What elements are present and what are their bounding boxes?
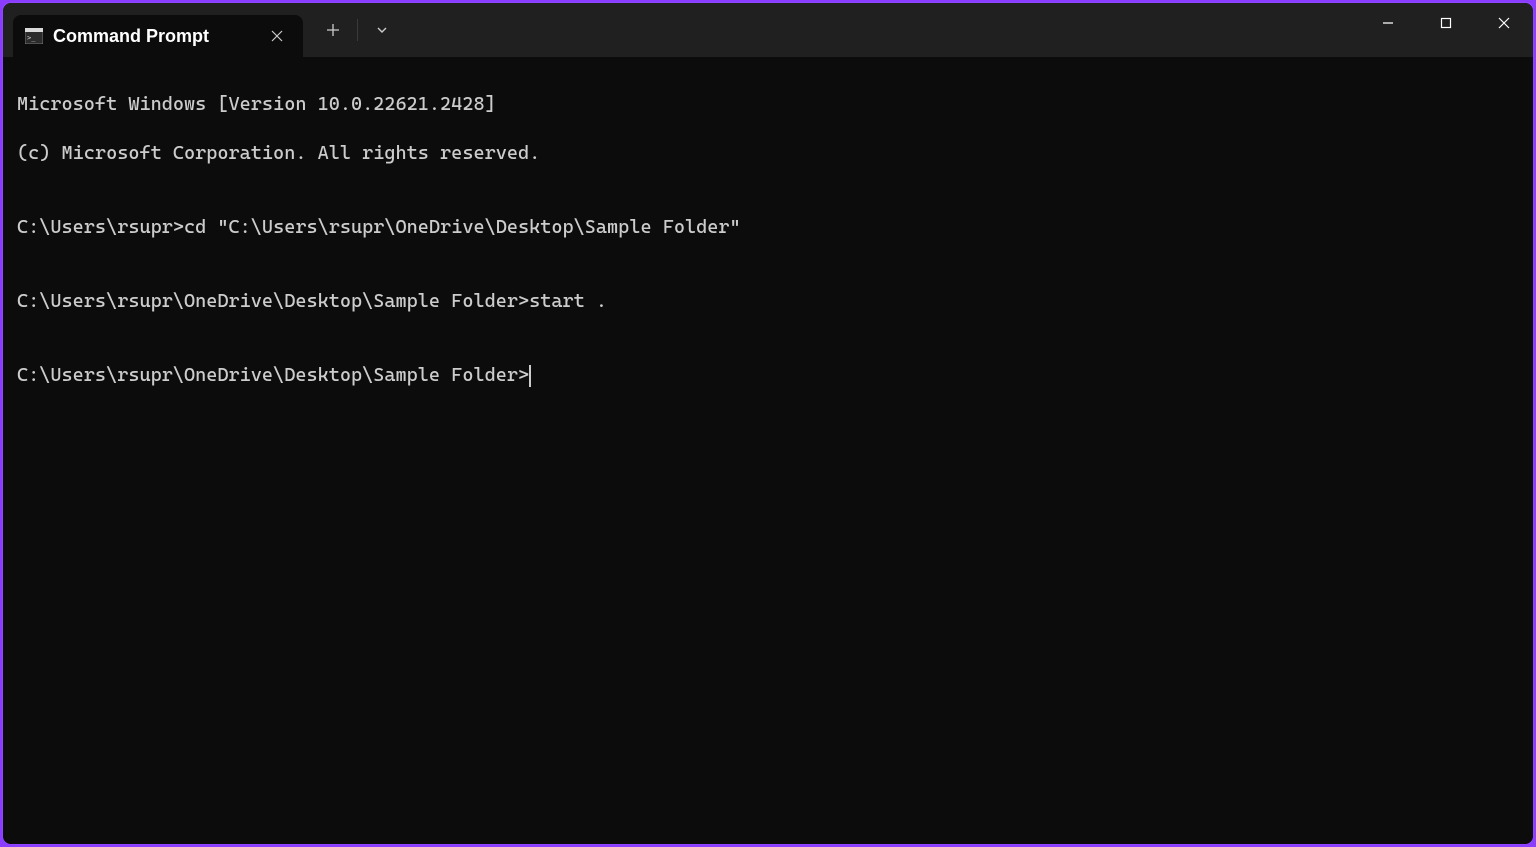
prompt: C:\Users\rsupr\OneDrive\Desktop\Sample F… — [17, 289, 529, 314]
close-icon — [271, 30, 283, 42]
output-line: Microsoft Windows [Version 10.0.22621.24… — [17, 92, 1519, 117]
prompt-line: C:\Users\rsupr>cd "C:\Users\rsupr\OneDri… — [17, 215, 1519, 240]
minimize-icon — [1382, 17, 1394, 29]
maximize-button[interactable] — [1417, 3, 1475, 43]
titlebar[interactable]: >_ Command Prompt — [3, 3, 1533, 57]
maximize-icon — [1440, 17, 1452, 29]
window-controls — [1359, 3, 1533, 43]
svg-text:>_: >_ — [27, 34, 36, 42]
output-line: (c) Microsoft Corporation. All rights re… — [17, 141, 1519, 166]
tab-dropdown-button[interactable] — [360, 10, 404, 50]
titlebar-actions — [311, 3, 404, 57]
chevron-down-icon — [376, 24, 388, 36]
tab-title: Command Prompt — [53, 26, 255, 47]
prompt-line: C:\Users\rsupr\OneDrive\Desktop\Sample F… — [17, 289, 1519, 314]
plus-icon — [326, 23, 340, 37]
terminal-window: >_ Command Prompt — [3, 3, 1533, 844]
new-tab-button[interactable] — [311, 10, 355, 50]
prompt: C:\Users\rsupr\OneDrive\Desktop\Sample F… — [17, 363, 529, 388]
prompt-line-current: C:\Users\rsupr\OneDrive\Desktop\Sample F… — [17, 363, 1519, 388]
close-window-button[interactable] — [1475, 3, 1533, 43]
tab-command-prompt[interactable]: >_ Command Prompt — [13, 15, 303, 57]
divider — [357, 19, 358, 41]
command-text: cd "C:\Users\rsupr\OneDrive\Desktop\Samp… — [184, 215, 741, 240]
tab-strip: >_ Command Prompt — [3, 3, 303, 57]
minimize-button[interactable] — [1359, 3, 1417, 43]
command-text: start . — [529, 289, 607, 314]
cursor — [529, 365, 531, 387]
prompt: C:\Users\rsupr> — [17, 215, 184, 240]
close-icon — [1498, 17, 1510, 29]
terminal-output[interactable]: Microsoft Windows [Version 10.0.22621.24… — [3, 57, 1533, 844]
tab-close-button[interactable] — [265, 24, 289, 48]
cmd-icon: >_ — [25, 27, 43, 45]
